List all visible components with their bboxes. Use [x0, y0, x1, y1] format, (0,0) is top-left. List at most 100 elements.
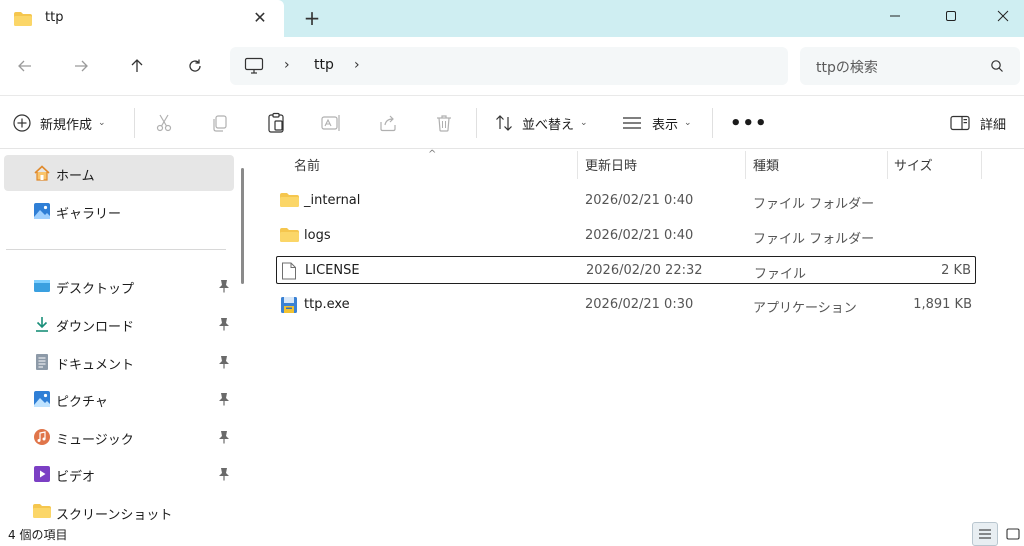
table-row[interactable]: ttp.exe 2026/02/21 0:30 アプリケーション 1,891 K… [276, 291, 976, 319]
sort-ascending-icon: ^ [428, 149, 437, 160]
rename-icon [321, 115, 340, 131]
toolbar-divider [712, 108, 713, 138]
sidebar-item-home[interactable]: ホーム [4, 155, 234, 191]
breadcrumb-ttp[interactable]: ttp [314, 57, 334, 73]
back-button[interactable] [10, 51, 40, 81]
delete-button[interactable] [432, 111, 456, 135]
share-button[interactable] [376, 111, 400, 135]
toolbar-divider [476, 108, 477, 138]
folder-icon [280, 192, 299, 212]
maximize-button[interactable] [928, 0, 974, 32]
status-bar: 4 個の項目 [0, 521, 1024, 546]
tab-ttp[interactable]: ttp ✕ [0, 0, 284, 37]
trash-icon [437, 115, 451, 132]
item-count: 4 個の項目 [8, 528, 68, 542]
sort-button[interactable]: 並べ替え ⌄ [494, 110, 588, 136]
file-modified: 2026/02/21 0:40 [585, 193, 694, 208]
sidebar-item-desktop[interactable]: デスクトップ [0, 268, 236, 304]
more-options-button[interactable]: ••• [730, 110, 768, 136]
new-tab-button[interactable]: + [300, 6, 324, 30]
column-header-modified[interactable]: 更新日時 [585, 155, 637, 174]
view-button[interactable]: 表示 ⌄ [622, 110, 692, 136]
close-window-button[interactable] [980, 0, 1024, 32]
column-divider[interactable] [577, 151, 578, 179]
pin-icon [218, 430, 230, 448]
minimize-icon [890, 15, 900, 17]
column-divider[interactable] [981, 151, 982, 179]
list-view-icon [623, 117, 641, 129]
view-button-label: 表示 [652, 117, 679, 133]
sidebar-item-label: ミュージック [56, 433, 134, 448]
pin-icon [218, 467, 230, 485]
rename-button[interactable] [320, 111, 344, 135]
sidebar-item-label: ギャラリー [56, 207, 122, 222]
details-view-icon [979, 529, 991, 539]
home-icon [33, 164, 51, 182]
sidebar-item-downloads[interactable]: ダウンロード [0, 306, 236, 342]
column-divider[interactable] [745, 151, 746, 179]
address-row: › ttp › ttpの検索 [0, 37, 1024, 95]
sidebar-item-music[interactable]: ミュージック [0, 419, 236, 455]
pin-icon [218, 355, 230, 373]
details-pane-button[interactable]: 詳細 [950, 110, 1006, 136]
sidebar-item-pictures[interactable]: ピクチャ [0, 381, 236, 417]
sidebar-item-gallery[interactable]: ギャラリー [0, 193, 236, 229]
up-button[interactable] [122, 51, 152, 81]
breadcrumb-separator[interactable]: › [354, 57, 360, 73]
paste-button[interactable] [264, 111, 288, 135]
copy-button[interactable] [208, 111, 232, 135]
sidebar-item-label: ドキュメント [56, 358, 135, 373]
clipboard-icon [268, 112, 284, 133]
sidebar-scrollbar[interactable] [241, 168, 244, 284]
column-header-size[interactable]: サイズ [894, 155, 933, 174]
column-header-name[interactable]: 名前 [294, 155, 320, 174]
details-button-label: 詳細 [980, 117, 1007, 133]
column-divider[interactable] [887, 151, 888, 179]
sort-icon [496, 115, 512, 131]
new-button-label: 新規作成 [40, 117, 93, 133]
arrow-left-icon [18, 60, 31, 72]
gallery-icon [33, 202, 51, 220]
table-row[interactable]: LICENSE 2026/02/20 22:32 ファイル 2 KB [276, 256, 976, 284]
sidebar-item-label: ピクチャ [56, 395, 108, 410]
refresh-icon [189, 59, 201, 72]
file-modified: 2026/02/20 22:32 [586, 263, 703, 278]
tab-close-icon[interactable]: ✕ [250, 8, 270, 28]
music-icon [33, 428, 51, 446]
computer-icon [244, 57, 264, 79]
tiles-view-button[interactable] [1002, 522, 1024, 546]
navigation-pane: ホーム ギャラリー デスクトップ ダウンロード ドキュメント ピクチャ ミュージ… [0, 149, 236, 523]
title-bar: ttp ✕ + [0, 0, 1024, 37]
exe-icon [280, 296, 298, 318]
search-input[interactable]: ttpの検索 [800, 47, 1020, 85]
copy-icon [213, 115, 227, 132]
pin-icon [218, 279, 230, 297]
address-bar[interactable]: › ttp › [230, 47, 788, 85]
toolbar-divider [134, 108, 135, 138]
refresh-button[interactable] [180, 51, 210, 81]
file-type: ファイル フォルダー [753, 197, 875, 212]
search-placeholder: ttpの検索 [816, 60, 878, 76]
file-type: ファイル フォルダー [753, 232, 875, 247]
file-size: 1,891 KB [913, 297, 972, 312]
forward-button[interactable] [66, 51, 96, 81]
document-icon [33, 353, 51, 371]
table-row[interactable]: _internal 2026/02/21 0:40 ファイル フォルダー [276, 187, 976, 215]
table-row[interactable]: logs 2026/02/21 0:40 ファイル フォルダー [276, 222, 976, 250]
breadcrumb-separator[interactable]: › [284, 57, 290, 73]
minimize-button[interactable] [872, 0, 918, 32]
cut-button[interactable] [152, 111, 176, 135]
arrow-up-icon [131, 59, 143, 72]
details-view-button[interactable] [972, 522, 998, 546]
sidebar-item-label: デスクトップ [56, 282, 135, 297]
column-header-type[interactable]: 種類 [753, 155, 779, 174]
sidebar-item-documents[interactable]: ドキュメント [0, 344, 236, 380]
sidebar-item-label: ダウンロード [56, 320, 135, 335]
tiles-view-icon [1006, 528, 1020, 540]
sidebar-item-videos[interactable]: ビデオ [0, 456, 236, 492]
command-bar: 新規作成 ⌄ 並べ替え ⌄ 表示 ⌄ ••• 詳細 [0, 95, 1024, 149]
download-icon [33, 315, 51, 333]
pin-icon [218, 392, 230, 410]
new-button[interactable]: 新規作成 ⌄ [12, 110, 106, 136]
folder-icon [33, 503, 51, 521]
